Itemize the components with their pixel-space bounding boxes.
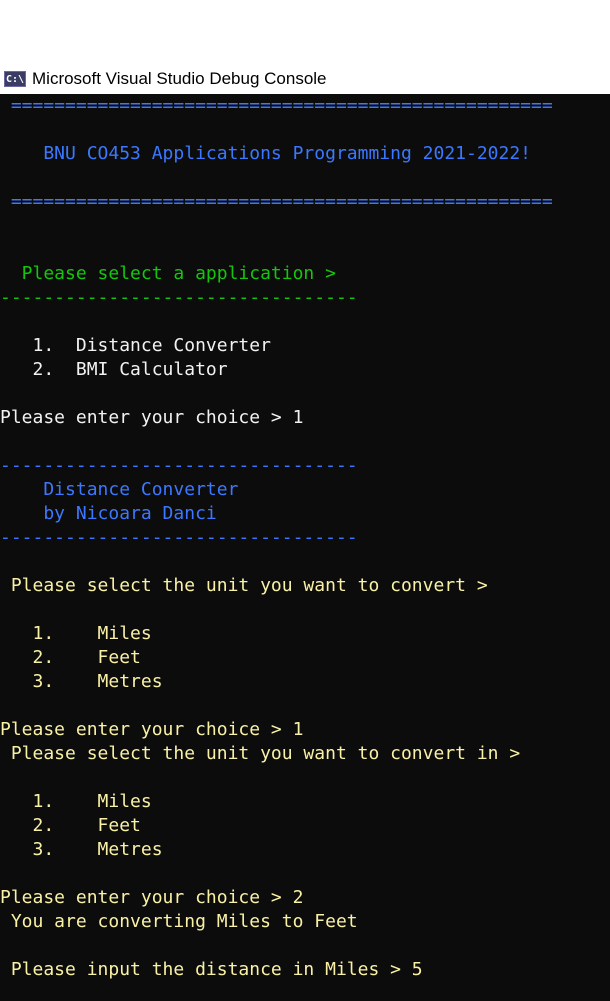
console-line-choice-input: Please enter your choice > 2 [0,887,304,908]
console-line-unit-option: 3. Metres [0,671,163,692]
console-line-unit-in-prompt: Please select the unit you want to conve… [0,743,521,764]
console-line-unit-option: 2. Feet [0,815,141,836]
console-line-unit-option: 3. Metres [0,839,163,860]
console-output[interactable]: ========================================… [0,94,610,1001]
console-line-app-title: Distance Converter [0,479,239,500]
console-line-choice-input: Please enter your choice > 1 [0,719,304,740]
window-title: Microsoft Visual Studio Debug Console [32,69,327,88]
console-line-conversion-info: You are converting Miles to Feet [0,911,358,932]
console-line-distance-input: Please input the distance in Miles > 5 [0,959,423,980]
console-line-unit-prompt: Please select the unit you want to conve… [0,575,488,596]
console-line-select-app-prompt: Please select a application > [0,263,336,284]
console-line-unit-option: 2. Feet [0,647,141,668]
console-line-bottom-separator: ========================================… [0,191,553,212]
console-line-unit-option: 1. Miles [0,623,152,644]
console-line-header-separator: --------------------------------- [0,527,358,548]
window-titlebar[interactable]: C:\ Microsoft Visual Studio Debug Consol… [0,64,610,94]
console-line-choice-input: Please enter your choice > 1 [0,407,304,428]
console-line-menu-option: 2. BMI Calculator [0,359,228,380]
console-line-top-separator: ========================================… [0,95,553,116]
console-app-icon: C:\ [4,71,26,87]
console-line-author: by Nicoara Danci [0,503,217,524]
console-line-header-separator: --------------------------------- [0,455,358,476]
console-line-menu-separator: --------------------------------- [0,287,358,308]
console-line-course-title: BNU CO453 Applications Programming 2021-… [0,143,532,164]
console-line-unit-option: 1. Miles [0,791,152,812]
console-line-menu-option: 1. Distance Converter [0,335,271,356]
